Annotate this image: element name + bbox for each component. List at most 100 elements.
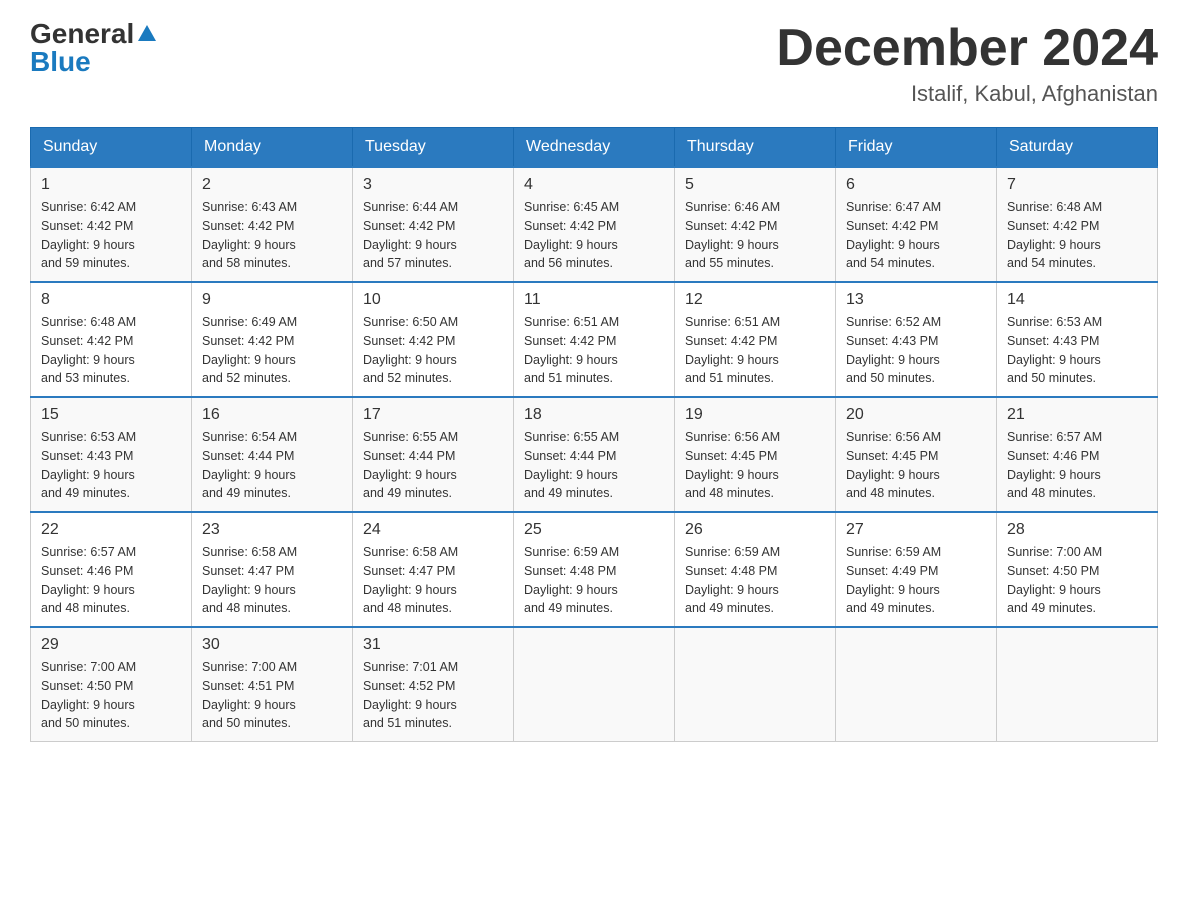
day-number: 1 bbox=[41, 176, 181, 194]
day-number: 6 bbox=[846, 176, 986, 194]
day-info: Sunrise: 6:53 AM Sunset: 4:43 PM Dayligh… bbox=[41, 428, 181, 503]
calendar-cell: 22 Sunrise: 6:57 AM Sunset: 4:46 PM Dayl… bbox=[31, 512, 192, 627]
header-row: SundayMondayTuesdayWednesdayThursdayFrid… bbox=[31, 128, 1158, 168]
day-info: Sunrise: 7:01 AM Sunset: 4:52 PM Dayligh… bbox=[363, 658, 503, 733]
day-info: Sunrise: 6:51 AM Sunset: 4:42 PM Dayligh… bbox=[524, 313, 664, 388]
day-info: Sunrise: 6:56 AM Sunset: 4:45 PM Dayligh… bbox=[846, 428, 986, 503]
day-number: 21 bbox=[1007, 406, 1147, 424]
calendar-table: SundayMondayTuesdayWednesdayThursdayFrid… bbox=[30, 127, 1158, 742]
calendar-cell: 28 Sunrise: 7:00 AM Sunset: 4:50 PM Dayl… bbox=[997, 512, 1158, 627]
day-info: Sunrise: 6:59 AM Sunset: 4:49 PM Dayligh… bbox=[846, 543, 986, 618]
calendar-cell: 31 Sunrise: 7:01 AM Sunset: 4:52 PM Dayl… bbox=[353, 627, 514, 742]
calendar-cell: 18 Sunrise: 6:55 AM Sunset: 4:44 PM Dayl… bbox=[514, 397, 675, 512]
calendar-cell: 12 Sunrise: 6:51 AM Sunset: 4:42 PM Dayl… bbox=[675, 282, 836, 397]
day-info: Sunrise: 6:50 AM Sunset: 4:42 PM Dayligh… bbox=[363, 313, 503, 388]
header-day-thursday: Thursday bbox=[675, 128, 836, 168]
week-row-3: 15 Sunrise: 6:53 AM Sunset: 4:43 PM Dayl… bbox=[31, 397, 1158, 512]
day-info: Sunrise: 6:43 AM Sunset: 4:42 PM Dayligh… bbox=[202, 198, 342, 273]
day-info: Sunrise: 6:44 AM Sunset: 4:42 PM Dayligh… bbox=[363, 198, 503, 273]
calendar-cell: 14 Sunrise: 6:53 AM Sunset: 4:43 PM Dayl… bbox=[997, 282, 1158, 397]
page-header: General Blue December 2024 Istalif, Kabu… bbox=[30, 20, 1158, 107]
day-number: 18 bbox=[524, 406, 664, 424]
day-number: 7 bbox=[1007, 176, 1147, 194]
calendar-cell: 5 Sunrise: 6:46 AM Sunset: 4:42 PM Dayli… bbox=[675, 167, 836, 282]
week-row-2: 8 Sunrise: 6:48 AM Sunset: 4:42 PM Dayli… bbox=[31, 282, 1158, 397]
day-number: 11 bbox=[524, 291, 664, 309]
logo: General Blue bbox=[30, 20, 158, 76]
day-number: 22 bbox=[41, 521, 181, 539]
calendar-cell: 11 Sunrise: 6:51 AM Sunset: 4:42 PM Dayl… bbox=[514, 282, 675, 397]
day-number: 9 bbox=[202, 291, 342, 309]
calendar-cell: 23 Sunrise: 6:58 AM Sunset: 4:47 PM Dayl… bbox=[192, 512, 353, 627]
header-day-saturday: Saturday bbox=[997, 128, 1158, 168]
calendar-cell bbox=[514, 627, 675, 742]
day-info: Sunrise: 6:55 AM Sunset: 4:44 PM Dayligh… bbox=[524, 428, 664, 503]
day-number: 14 bbox=[1007, 291, 1147, 309]
day-info: Sunrise: 6:59 AM Sunset: 4:48 PM Dayligh… bbox=[524, 543, 664, 618]
calendar-cell: 1 Sunrise: 6:42 AM Sunset: 4:42 PM Dayli… bbox=[31, 167, 192, 282]
day-info: Sunrise: 6:56 AM Sunset: 4:45 PM Dayligh… bbox=[685, 428, 825, 503]
calendar-title: December 2024 bbox=[776, 20, 1158, 77]
calendar-cell bbox=[997, 627, 1158, 742]
day-number: 10 bbox=[363, 291, 503, 309]
calendar-cell: 2 Sunrise: 6:43 AM Sunset: 4:42 PM Dayli… bbox=[192, 167, 353, 282]
day-info: Sunrise: 6:54 AM Sunset: 4:44 PM Dayligh… bbox=[202, 428, 342, 503]
day-info: Sunrise: 6:53 AM Sunset: 4:43 PM Dayligh… bbox=[1007, 313, 1147, 388]
day-info: Sunrise: 7:00 AM Sunset: 4:50 PM Dayligh… bbox=[41, 658, 181, 733]
calendar-cell: 29 Sunrise: 7:00 AM Sunset: 4:50 PM Dayl… bbox=[31, 627, 192, 742]
header-day-sunday: Sunday bbox=[31, 128, 192, 168]
day-number: 15 bbox=[41, 406, 181, 424]
day-number: 29 bbox=[41, 636, 181, 654]
week-row-4: 22 Sunrise: 6:57 AM Sunset: 4:46 PM Dayl… bbox=[31, 512, 1158, 627]
day-info: Sunrise: 6:51 AM Sunset: 4:42 PM Dayligh… bbox=[685, 313, 825, 388]
day-info: Sunrise: 6:46 AM Sunset: 4:42 PM Dayligh… bbox=[685, 198, 825, 273]
day-number: 16 bbox=[202, 406, 342, 424]
calendar-cell: 7 Sunrise: 6:48 AM Sunset: 4:42 PM Dayli… bbox=[997, 167, 1158, 282]
day-info: Sunrise: 6:59 AM Sunset: 4:48 PM Dayligh… bbox=[685, 543, 825, 618]
calendar-cell: 19 Sunrise: 6:56 AM Sunset: 4:45 PM Dayl… bbox=[675, 397, 836, 512]
day-number: 13 bbox=[846, 291, 986, 309]
day-info: Sunrise: 6:58 AM Sunset: 4:47 PM Dayligh… bbox=[363, 543, 503, 618]
week-row-5: 29 Sunrise: 7:00 AM Sunset: 4:50 PM Dayl… bbox=[31, 627, 1158, 742]
calendar-cell: 25 Sunrise: 6:59 AM Sunset: 4:48 PM Dayl… bbox=[514, 512, 675, 627]
day-number: 31 bbox=[363, 636, 503, 654]
calendar-cell: 9 Sunrise: 6:49 AM Sunset: 4:42 PM Dayli… bbox=[192, 282, 353, 397]
day-number: 3 bbox=[363, 176, 503, 194]
day-number: 4 bbox=[524, 176, 664, 194]
calendar-cell bbox=[675, 627, 836, 742]
day-number: 20 bbox=[846, 406, 986, 424]
day-number: 28 bbox=[1007, 521, 1147, 539]
calendar-cell: 24 Sunrise: 6:58 AM Sunset: 4:47 PM Dayl… bbox=[353, 512, 514, 627]
day-number: 19 bbox=[685, 406, 825, 424]
calendar-cell: 8 Sunrise: 6:48 AM Sunset: 4:42 PM Dayli… bbox=[31, 282, 192, 397]
header-day-friday: Friday bbox=[836, 128, 997, 168]
logo-blue-text: Blue bbox=[30, 48, 91, 76]
calendar-cell: 4 Sunrise: 6:45 AM Sunset: 4:42 PM Dayli… bbox=[514, 167, 675, 282]
calendar-cell: 16 Sunrise: 6:54 AM Sunset: 4:44 PM Dayl… bbox=[192, 397, 353, 512]
calendar-cell: 15 Sunrise: 6:53 AM Sunset: 4:43 PM Dayl… bbox=[31, 397, 192, 512]
calendar-cell: 17 Sunrise: 6:55 AM Sunset: 4:44 PM Dayl… bbox=[353, 397, 514, 512]
day-info: Sunrise: 7:00 AM Sunset: 4:51 PM Dayligh… bbox=[202, 658, 342, 733]
calendar-subtitle: Istalif, Kabul, Afghanistan bbox=[776, 81, 1158, 107]
calendar-cell: 20 Sunrise: 6:56 AM Sunset: 4:45 PM Dayl… bbox=[836, 397, 997, 512]
day-number: 24 bbox=[363, 521, 503, 539]
header-day-tuesday: Tuesday bbox=[353, 128, 514, 168]
calendar-cell: 3 Sunrise: 6:44 AM Sunset: 4:42 PM Dayli… bbox=[353, 167, 514, 282]
day-info: Sunrise: 6:57 AM Sunset: 4:46 PM Dayligh… bbox=[41, 543, 181, 618]
day-info: Sunrise: 6:52 AM Sunset: 4:43 PM Dayligh… bbox=[846, 313, 986, 388]
day-info: Sunrise: 7:00 AM Sunset: 4:50 PM Dayligh… bbox=[1007, 543, 1147, 618]
day-info: Sunrise: 6:57 AM Sunset: 4:46 PM Dayligh… bbox=[1007, 428, 1147, 503]
day-number: 23 bbox=[202, 521, 342, 539]
title-section: December 2024 Istalif, Kabul, Afghanista… bbox=[776, 20, 1158, 107]
day-number: 27 bbox=[846, 521, 986, 539]
day-info: Sunrise: 6:48 AM Sunset: 4:42 PM Dayligh… bbox=[41, 313, 181, 388]
calendar-cell bbox=[836, 627, 997, 742]
day-info: Sunrise: 6:49 AM Sunset: 4:42 PM Dayligh… bbox=[202, 313, 342, 388]
day-info: Sunrise: 6:45 AM Sunset: 4:42 PM Dayligh… bbox=[524, 198, 664, 273]
day-number: 30 bbox=[202, 636, 342, 654]
header-day-wednesday: Wednesday bbox=[514, 128, 675, 168]
day-info: Sunrise: 6:58 AM Sunset: 4:47 PM Dayligh… bbox=[202, 543, 342, 618]
day-info: Sunrise: 6:42 AM Sunset: 4:42 PM Dayligh… bbox=[41, 198, 181, 273]
week-row-1: 1 Sunrise: 6:42 AM Sunset: 4:42 PM Dayli… bbox=[31, 167, 1158, 282]
header-day-monday: Monday bbox=[192, 128, 353, 168]
